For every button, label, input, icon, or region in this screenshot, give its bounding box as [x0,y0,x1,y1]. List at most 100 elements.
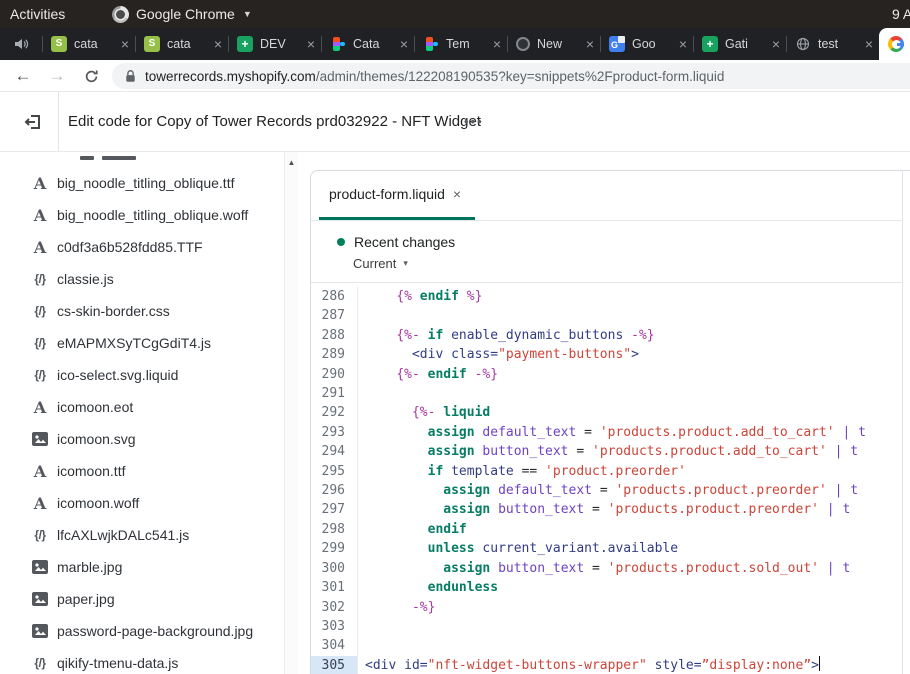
tab-close-icon[interactable]: × [400,37,408,51]
code-line[interactable]: 305<div id="nft-widget-buttons-wrapper" … [311,656,903,674]
overflow-menu-button[interactable]: ••• [464,92,484,151]
sidebar-scrollbar[interactable]: ▲ [284,152,298,674]
code-line[interactable]: 288 {%- if enable_dynamic_buttons -%} [311,326,903,345]
file-item[interactable]: {/}classie.js [0,263,284,295]
file-name: lfcAXLwjkDALc541.js [57,527,189,543]
tab-close-icon[interactable]: × [679,37,687,51]
code-line[interactable]: 296 assign default_text = 'products.prod… [311,481,903,500]
editor-file-tab[interactable]: product-form.liquid × [319,171,475,220]
browser-tab[interactable]: GGoo× [600,28,693,60]
line-number: 301 [311,578,358,597]
code-line-content [358,384,365,403]
tab-title: cata [167,37,209,51]
revision-selector[interactable]: Current ▾ [353,256,910,271]
code-line[interactable]: 302 -%} [311,598,903,617]
browser-tab[interactable]: +DEV× [228,28,321,60]
tab-close-icon[interactable]: × [865,37,873,51]
code-line-content: {%- if enable_dynamic_buttons -%} [358,326,655,345]
scroll-up-arrow-icon[interactable]: ▲ [285,158,298,167]
code-line[interactable]: 300 assign button_text = 'products.produ… [311,559,903,578]
code-line-content: assign button_text = 'products.product.a… [358,442,858,461]
tab-close-icon[interactable]: × [586,37,594,51]
file-item[interactable]: Aicomoon.woff [0,487,284,519]
file-item[interactable]: icomoon.svg [0,423,284,455]
file-item[interactable]: password-page-background.jpg [0,615,284,647]
code-line[interactable]: 293 assign default_text = 'products.prod… [311,423,903,442]
file-item[interactable]: Aicomoon.ttf [0,455,284,487]
code-line[interactable]: 295 if template == 'product.preorder' [311,462,903,481]
url-path: /admin/themes/122208190535?key=snippets%… [316,69,725,84]
reload-button[interactable] [78,63,104,89]
browser-tab[interactable]: Scata× [135,28,228,60]
tab-close-icon[interactable]: × [214,37,222,51]
code-line[interactable]: 304 [311,636,903,655]
browser-tab[interactable]: +Gati× [693,28,786,60]
browser-tab[interactable]: Tem× [414,28,507,60]
code-line[interactable]: 290 {%- endif -%} [311,365,903,384]
file-item[interactable]: marble.jpg [0,551,284,583]
line-number: 300 [311,559,358,578]
file-item[interactable]: {/}qikify-tmenu-data.js [0,647,284,674]
code-line-content: {%- endif -%} [358,365,498,384]
file-item[interactable]: Abig_noodle_titling_oblique.ttf [0,167,284,199]
browser-tab[interactable]: Scata× [42,28,135,60]
code-line[interactable]: 297 assign button_text = 'products.produ… [311,500,903,519]
file-item[interactable]: {/}ico-select.svg.liquid [0,359,284,391]
app-menu[interactable]: Google Chrome ▼ [112,6,252,23]
tab-close-icon[interactable]: × [121,37,129,51]
editor-scrollbar[interactable] [902,171,910,674]
forward-button[interactable]: → [44,63,70,89]
page-header: Edit code for Copy of Tower Records prd0… [0,92,910,152]
code-line[interactable]: 299 unless current_variant.available [311,539,903,558]
file-name: qikify-tmenu-data.js [57,655,178,671]
code-line[interactable]: 292 {%- liquid [311,403,903,422]
code-file-icon: {/} [30,304,50,318]
file-item[interactable]: {/}lfcAXLwjkDALc541.js [0,519,284,551]
tab-title: Cata [353,37,395,51]
code-line[interactable]: 291 [311,384,903,403]
tab-title: New [537,37,581,51]
tab-close-icon[interactable]: × [493,37,501,51]
code-line[interactable]: 301 endunless [311,578,903,597]
browser-tab[interactable] [879,28,910,60]
code-line[interactable]: 294 assign button_text = 'products.produ… [311,442,903,461]
file-item[interactable]: {/}cs-skin-border.css [0,295,284,327]
tab-title: Goo [632,37,674,51]
code-line[interactable]: 303 [311,617,903,636]
tab-title: DEV [260,37,302,51]
line-number: 304 [311,636,358,655]
speaker-icon[interactable] [0,28,42,60]
tab-close-icon[interactable]: × [307,37,315,51]
file-name: c0df3a6b528fdd85.TTF [57,239,203,255]
code-line[interactable]: 286 {% endif %} [311,287,903,306]
url-bar[interactable]: towerrecords.myshopify.com/admin/themes/… [112,63,910,89]
code-line[interactable]: 298 endif [311,520,903,539]
code-line[interactable]: 289 <div class="payment-buttons"> [311,345,903,364]
back-button[interactable]: ← [10,63,36,89]
file-item[interactable]: Abig_noodle_titling_oblique.woff [0,199,284,231]
image-file-icon [30,432,50,446]
browser-tab[interactable]: New × [507,28,600,60]
clipped-file-item [102,156,136,160]
code-file-icon: {/} [30,336,50,350]
code-line-content: endif [358,520,467,539]
code-line-content: assign default_text = 'products.product.… [358,481,858,500]
close-icon[interactable]: × [453,186,475,202]
tab-title: Gati [725,37,767,51]
tab-close-icon[interactable]: × [772,37,780,51]
file-item[interactable]: Aicomoon.eot [0,391,284,423]
code-line[interactable]: 287 [311,306,903,325]
clock[interactable]: 9 A [892,6,910,22]
file-item[interactable]: Ac0df3a6b528fdd85.TTF [0,231,284,263]
activities-button[interactable]: Activities [10,6,65,22]
code-area[interactable]: 286 {% endif %}287288 {%- if enable_dyna… [311,284,903,674]
file-name: ico-select.svg.liquid [57,367,178,383]
file-item[interactable]: {/}eMAPMXSyTCgGdiT4.js [0,327,284,359]
file-name: classie.js [57,271,114,287]
browser-tab[interactable]: Cata × [321,28,414,60]
exit-icon[interactable] [21,110,45,134]
lock-icon[interactable] [125,69,136,83]
app-menu-label: Google Chrome [136,6,235,22]
file-item[interactable]: paper.jpg [0,583,284,615]
browser-tab[interactable]: test× [786,28,879,60]
